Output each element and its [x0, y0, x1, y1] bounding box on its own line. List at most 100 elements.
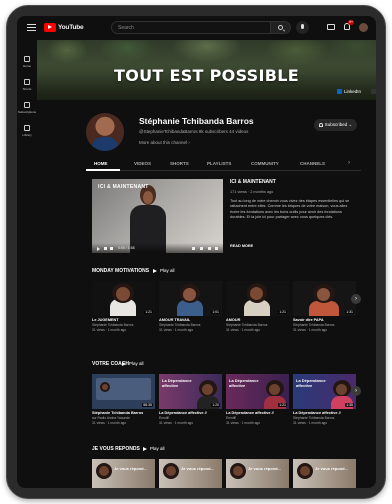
video-card[interactable]: Je vous répond...	[92, 459, 155, 488]
video-thumbnail[interactable]: Je vous répond...	[293, 459, 356, 488]
video-card[interactable]: Je vous répond...	[226, 459, 289, 488]
sidebar-item-subscriptions[interactable]: Subscriptions	[17, 102, 37, 114]
search-icon	[278, 25, 283, 30]
carousel-next-button[interactable]: ›	[351, 294, 361, 304]
player-controls: 0:00 / 1:58	[92, 243, 223, 253]
banner-extra-link-icon[interactable]	[371, 89, 376, 94]
library-icon	[24, 125, 30, 131]
search-input[interactable]: Search	[111, 21, 271, 34]
screen: YouTube Search 9+ Home Shorts Subscripti…	[17, 16, 376, 488]
video-meta: 31 views · 1 month ago	[159, 327, 194, 332]
video-thumbnail[interactable]: La Dépendance affective 1:21	[226, 374, 289, 409]
subscribe-button[interactable]: Subscribed ⌄	[314, 119, 357, 131]
notification-count-badge: 9+	[348, 20, 354, 25]
video-meta: 31 views · 1 month ago	[293, 327, 328, 332]
tab-shorts[interactable]: SHORTS	[170, 161, 189, 166]
subscribe-label: Subscribed	[324, 122, 348, 127]
video-card[interactable]: 1:21 AMOUR Stéphanie Tchibanda Barros 31…	[226, 281, 289, 332]
subscriptions-icon	[24, 102, 30, 108]
channel-tabs: HOME VIDEOS SHORTS PLAYLISTS COMMUNITY C…	[86, 159, 361, 171]
featured-video-player[interactable]: ICI & MAINTENANT 0:00 / 1:58	[92, 179, 223, 253]
video-thumbnail[interactable]: Je vous répond...	[226, 459, 289, 488]
play-all-button[interactable]: Play all	[153, 268, 175, 273]
banner-link-label: LinkedIn	[344, 89, 362, 94]
create-video-icon[interactable]	[327, 24, 335, 30]
video-card[interactable]: La Dépendance affective 1:21 La Dépendan…	[226, 374, 289, 425]
video-thumbnail[interactable]: 1:31	[293, 281, 356, 316]
account-avatar[interactable]	[359, 23, 368, 32]
video-duration: 1:21	[278, 310, 287, 314]
channel-banner: TOUT EST POSSIBLE LinkedIn	[37, 40, 376, 100]
video-card[interactable]: La Dépendance affective 1:20 La Dépendan…	[159, 374, 222, 425]
thumbnail-text: Je vous répond...	[181, 466, 214, 471]
settings-gear-icon[interactable]	[200, 247, 203, 250]
tab-channels[interactable]: CHANNELS	[300, 161, 325, 166]
play-all-button[interactable]: Play all	[122, 361, 144, 366]
tab-videos[interactable]: VIDEOS	[134, 161, 151, 166]
video-thumbnail[interactable]: 1:01	[159, 281, 222, 316]
channel-avatar[interactable]	[86, 113, 124, 151]
top-bar: YouTube Search 9+	[17, 16, 376, 40]
thumbnail-text: La Dépendance affective	[296, 378, 326, 388]
menu-icon[interactable]	[27, 24, 36, 31]
play-all-label: Play all	[129, 361, 144, 366]
tabs-chevron-right-icon[interactable]: ›	[348, 160, 350, 166]
video-thumbnail[interactable]: 58:35	[92, 374, 155, 409]
read-more-link[interactable]: READ MORE	[230, 244, 253, 248]
linkedin-icon	[337, 89, 342, 94]
video-card[interactable]: 1:01 AMOUR TRAVAIL Stéphanie Tchibanda B…	[159, 281, 222, 332]
video-card[interactable]: 1:21 Le JUGEMENT Stéphanie Tchibanda Bar…	[92, 281, 155, 332]
video-duration: 1:21	[144, 310, 153, 314]
video-duration: 1:35	[345, 403, 354, 407]
video-duration: 1:20	[211, 403, 220, 407]
tab-home[interactable]: HOME	[94, 161, 108, 166]
featured-video-title[interactable]: ICI & MAINTENANT	[230, 179, 276, 185]
video-thumbnail[interactable]: Je vous répond...	[92, 459, 155, 488]
fullscreen-icon[interactable]	[215, 247, 218, 250]
video-thumbnail[interactable]: La Dépendance affective 1:20	[159, 374, 222, 409]
banner-linkedin-link[interactable]: LinkedIn	[337, 89, 361, 94]
channel-description-text: More about this channel	[139, 140, 188, 145]
video-meta: 31 views · 1 month ago	[92, 327, 127, 332]
play-all-button[interactable]: Play all	[143, 446, 165, 451]
play-icon[interactable]	[97, 247, 100, 251]
video-card[interactable]: 58:35 Stéphanie Tchibanda Barros sur Rad…	[92, 374, 155, 425]
video-thumbnail[interactable]: 1:21	[226, 281, 289, 316]
video-card[interactable]: Je vous répond...	[159, 459, 222, 488]
sidebar-item-shorts[interactable]: Shorts	[17, 79, 37, 91]
search-button[interactable]	[271, 21, 291, 34]
featured-video-stats: 171 views · 2 months ago	[230, 190, 274, 194]
microphone-icon[interactable]	[296, 21, 309, 34]
miniplayer-icon[interactable]	[208, 247, 211, 250]
video-duration: 58:35	[142, 403, 153, 407]
play-all-label: Play all	[150, 446, 165, 451]
video-thumbnail[interactable]: Je vous répond...	[159, 459, 222, 488]
video-duration: 1:01	[211, 310, 220, 314]
sidebar-item-home[interactable]: Home	[17, 56, 37, 68]
featured-video-description: Tout au long de votre chemin vous vivez …	[230, 199, 350, 220]
youtube-logo[interactable]: YouTube	[44, 23, 84, 32]
video-card[interactable]: La Dépendance affective 1:35 La Dépendan…	[293, 374, 356, 425]
next-icon[interactable]	[104, 247, 107, 250]
play-all-label: Play all	[160, 268, 175, 273]
tab-playlists[interactable]: PLAYLISTS	[207, 161, 231, 166]
logo-text: YouTube	[58, 24, 84, 31]
carousel-next-button[interactable]: ›	[351, 386, 361, 396]
section-title-monday-motivations[interactable]: MONDAY MOTIVATIONS	[92, 268, 149, 274]
sidebar-item-label: Shorts	[22, 87, 32, 91]
video-meta: 31 views · 1 month ago	[226, 420, 261, 425]
tab-community[interactable]: COMMUNITY	[251, 161, 279, 166]
video-thumbnail[interactable]: 1:21	[92, 281, 155, 316]
sidebar-item-label: Library	[22, 133, 32, 137]
volume-icon[interactable]	[110, 247, 113, 250]
bell-icon	[318, 122, 323, 127]
channel-description-link[interactable]: More about this channel ›	[139, 140, 190, 145]
video-card[interactable]: Je vous répond...	[293, 459, 356, 488]
video-card[interactable]: 1:31 Savoir dire PAPA Stéphanie Tchiband…	[293, 281, 356, 332]
youtube-play-icon	[44, 23, 56, 32]
video-thumbnail[interactable]: La Dépendance affective 1:35	[293, 374, 356, 409]
sidebar-item-library[interactable]: Library	[17, 125, 37, 137]
captions-icon[interactable]	[192, 247, 195, 250]
thumbnail-text: Je vous répond...	[114, 466, 147, 471]
section-title-je-vous-reponds[interactable]: JE VOUS REPONDS	[92, 446, 140, 452]
